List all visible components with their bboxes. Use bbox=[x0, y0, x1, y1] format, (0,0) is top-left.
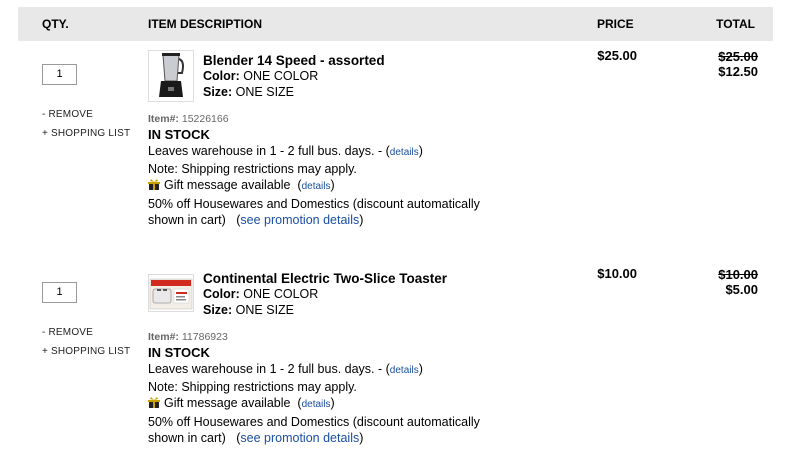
promo-close: ) bbox=[359, 213, 364, 227]
gift-message: Gift message available (details) bbox=[148, 396, 335, 410]
promo-close: ) bbox=[359, 431, 364, 445]
leaves-warehouse: Leaves warehouse in 1 - 2 full bus. days… bbox=[148, 362, 423, 376]
item-number-value: 11786923 bbox=[181, 331, 228, 343]
promo-line2: shown in cart) (see promotion details) bbox=[148, 431, 363, 445]
leaves-close: ) bbox=[418, 362, 423, 376]
stock-status: IN STOCK bbox=[148, 345, 210, 360]
item-title[interactable]: Blender 14 Speed - assorted bbox=[203, 53, 385, 68]
item-number-label: Item#: bbox=[148, 113, 179, 125]
size-label: Size: bbox=[203, 303, 233, 317]
color-value: ONE COLOR bbox=[243, 69, 319, 83]
item-number: Item#: 11786923 bbox=[148, 331, 228, 343]
item-color: Color: ONE COLOR bbox=[203, 287, 318, 301]
size-label: Size: bbox=[203, 85, 233, 99]
promo-line2: shown in cart) (see promotion details) bbox=[148, 213, 363, 227]
header-qty: QTY. bbox=[42, 17, 69, 31]
gift-text: Gift message available bbox=[164, 178, 291, 192]
blender-image[interactable] bbox=[148, 50, 194, 102]
leaves-details-link[interactable]: details bbox=[390, 147, 419, 158]
color-label: Color: bbox=[203, 69, 240, 83]
stock-status: IN STOCK bbox=[148, 127, 210, 142]
total-original: $10.00 bbox=[718, 267, 758, 282]
promo-text: shown in cart) bbox=[148, 213, 226, 227]
item-total: $25.00 $12.50 bbox=[718, 49, 758, 79]
gift-message: Gift message available (details) bbox=[148, 178, 335, 192]
item-size: Size: ONE SIZE bbox=[203, 85, 294, 99]
item-number-label: Item#: bbox=[148, 331, 179, 343]
cart-table-header: QTY. ITEM DESCRIPTION PRICE TOTAL bbox=[18, 7, 773, 41]
gift-icon bbox=[148, 179, 160, 190]
see-promotion-details-link[interactable]: see promotion details bbox=[240, 213, 359, 227]
item-number-value: 15226166 bbox=[181, 113, 229, 125]
promo-text: shown in cart) bbox=[148, 431, 226, 445]
add-to-shopping-list-link[interactable]: + SHOPPING LIST bbox=[42, 128, 130, 139]
item-price: $10.00 bbox=[597, 266, 637, 281]
header-total: TOTAL bbox=[716, 17, 755, 31]
remove-link[interactable]: - REMOVE bbox=[42, 109, 93, 120]
quantity-input[interactable]: 1 bbox=[42, 64, 77, 85]
cart-item: 1 - REMOVE + SHOPPING LIST Blender 14 Sp… bbox=[0, 45, 789, 255]
cart-item: 1 - REMOVE + SHOPPING LIST Continental E… bbox=[0, 263, 789, 473]
toaster-image[interactable] bbox=[148, 274, 194, 312]
leaves-details-link[interactable]: details bbox=[390, 365, 419, 376]
gift-details-link[interactable]: details bbox=[302, 399, 331, 410]
item-number: Item#: 15226166 bbox=[148, 113, 229, 125]
total-sale: $5.00 bbox=[725, 282, 758, 297]
header-item-description: ITEM DESCRIPTION bbox=[148, 17, 263, 31]
shipping-note: Note: Shipping restrictions may apply. bbox=[148, 380, 357, 394]
add-to-shopping-list-link[interactable]: + SHOPPING LIST bbox=[42, 346, 130, 357]
color-value: ONE COLOR bbox=[243, 287, 319, 301]
item-color: Color: ONE COLOR bbox=[203, 69, 318, 83]
total-sale: $12.50 bbox=[718, 64, 758, 79]
quantity-input[interactable]: 1 bbox=[42, 282, 77, 303]
total-original: $25.00 bbox=[718, 49, 758, 64]
size-value: ONE SIZE bbox=[235, 85, 295, 99]
leaves-text: Leaves warehouse in 1 - 2 full bus. days… bbox=[148, 362, 390, 376]
leaves-close: ) bbox=[418, 144, 423, 158]
promo-line1: 50% off Housewares and Domestics (discou… bbox=[148, 415, 480, 429]
gift-text: Gift message available bbox=[164, 396, 291, 410]
header-price: PRICE bbox=[597, 17, 634, 31]
color-label: Color: bbox=[203, 287, 240, 301]
item-price: $25.00 bbox=[597, 48, 637, 63]
leaves-warehouse: Leaves warehouse in 1 - 2 full bus. days… bbox=[148, 144, 423, 158]
item-total: $10.00 $5.00 bbox=[718, 267, 758, 297]
item-size: Size: ONE SIZE bbox=[203, 303, 294, 317]
promo-line1: 50% off Housewares and Domestics (discou… bbox=[148, 197, 480, 211]
gift-icon bbox=[148, 397, 160, 408]
size-value: ONE SIZE bbox=[235, 303, 295, 317]
see-promotion-details-link[interactable]: see promotion details bbox=[240, 431, 359, 445]
item-title[interactable]: Continental Electric Two-Slice Toaster bbox=[203, 271, 447, 286]
leaves-text: Leaves warehouse in 1 - 2 full bus. days… bbox=[148, 144, 390, 158]
remove-link[interactable]: - REMOVE bbox=[42, 327, 93, 338]
gift-close: ) bbox=[330, 396, 335, 410]
shipping-note: Note: Shipping restrictions may apply. bbox=[148, 162, 357, 176]
gift-details-link[interactable]: details bbox=[302, 181, 331, 192]
gift-close: ) bbox=[330, 178, 335, 192]
